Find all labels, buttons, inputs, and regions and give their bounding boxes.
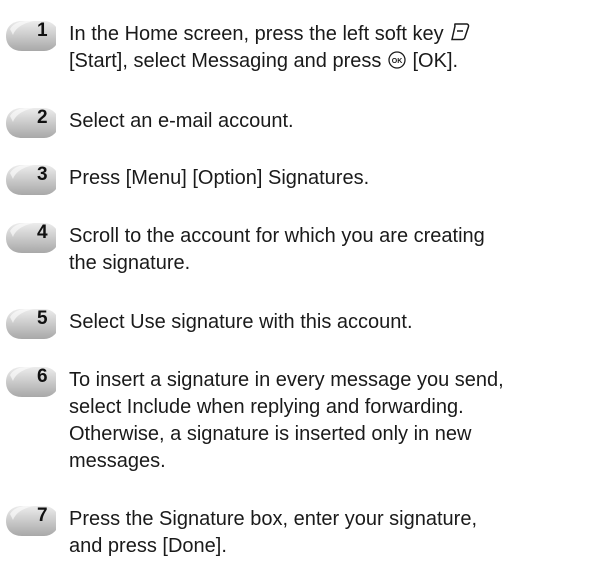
- step-badge-shape: [6, 366, 56, 397]
- step-number: 1: [37, 20, 48, 41]
- step-badge: 6: [4, 365, 56, 401]
- step-badge: 3: [4, 163, 56, 199]
- left-soft-key-icon: [451, 23, 470, 41]
- step-badge: 5: [4, 307, 56, 343]
- step-badge-shape: [6, 308, 56, 339]
- step-line: the signature.: [69, 252, 191, 274]
- step-text: In the Home screen, press the left soft …: [69, 21, 589, 75]
- step-line: Otherwise, a signature is inserted only …: [69, 423, 472, 445]
- step-text: Press the Signature box, enter your sign…: [69, 506, 589, 560]
- step-line: Scroll to the account for which you are …: [69, 225, 485, 247]
- step-number: 3: [37, 164, 48, 185]
- step-line: To insert a signature in every message y…: [69, 369, 504, 391]
- step-text: Select Use signature with this account.: [69, 309, 589, 336]
- instruction-steps: 1 In the Home screen, press the left sof…: [0, 0, 595, 562]
- step-line: Select Use signature with this account.: [69, 311, 413, 333]
- ok-key-icon: OK: [388, 51, 406, 69]
- step-badge-shape: [6, 505, 56, 536]
- step-badge-shape: [6, 164, 56, 195]
- step-text: Scroll to the account for which you are …: [69, 223, 589, 277]
- svg-text:OK: OK: [392, 58, 403, 65]
- step-text: Select an e-mail account.: [69, 108, 589, 135]
- step-badge-shape: [6, 107, 56, 138]
- step-badge: 2: [4, 106, 56, 142]
- step-text: Press [Menu] [Option] Signatures.: [69, 165, 589, 192]
- step-number: 7: [37, 505, 48, 526]
- step-text: To insert a signature in every message y…: [69, 367, 589, 475]
- step-badge: 1: [4, 19, 56, 55]
- step-number: 6: [37, 366, 48, 387]
- step-badge-shape: [6, 222, 56, 253]
- step-line: select Include when replying and forward…: [69, 396, 464, 418]
- step-line: Select an e-mail account.: [69, 110, 294, 132]
- step-line: Press the Signature box, enter your sign…: [69, 508, 478, 530]
- step-line: In the Home screen, press the left soft …: [69, 21, 589, 48]
- step-number: 5: [37, 308, 48, 329]
- step-badge-shape: [6, 20, 56, 51]
- step-badge: 4: [4, 221, 56, 257]
- step-line: and press [Done].: [69, 535, 227, 557]
- step-line: [Start], select Messaging and press OK […: [69, 50, 459, 72]
- step-line: messages.: [69, 450, 166, 472]
- step-badge: 7: [4, 504, 56, 540]
- step-line: Press [Menu] [Option] Signatures.: [69, 167, 370, 189]
- step-number: 4: [37, 222, 48, 243]
- step-number: 2: [37, 107, 48, 128]
